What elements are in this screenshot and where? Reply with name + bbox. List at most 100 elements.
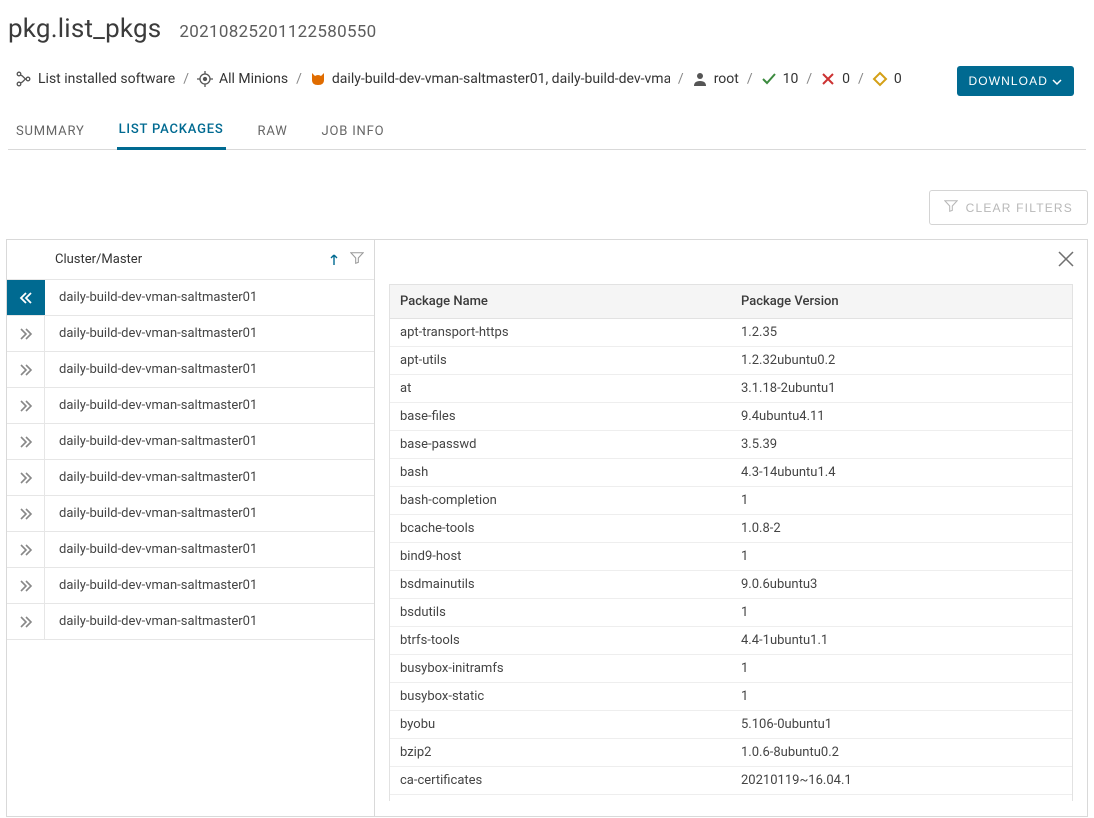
cell-package-name: bind9-host [390,543,731,571]
status-other: 0 [872,71,902,87]
diamond-icon [872,71,888,87]
cluster-row[interactable]: daily-build-dev-vman-saltmaster01 [7,604,374,640]
chevron-down-icon [1052,76,1062,86]
table-row[interactable]: ca-certificates20210119~16.04.1 [390,767,1072,795]
cell-package-name: bash-completion [390,487,731,515]
cell-package-name: at [390,375,731,403]
cluster-label: daily-build-dev-vman-saltmaster01 [45,568,374,603]
cluster-label: daily-build-dev-vman-saltmaster01 [45,316,374,351]
cell-package-name: ca-certificates [390,767,731,795]
cell-package-version: 1 [731,487,1072,515]
breadcrumb-separator: / [678,71,684,87]
tab-raw[interactable]: RAW [256,116,290,149]
clear-filters-button[interactable]: CLEAR FILTERS [929,190,1088,225]
filter-icon[interactable] [350,250,364,269]
close-icon[interactable] [1055,255,1077,274]
breadcrumb-separator: / [858,71,864,87]
cell-package-version: 20210119~16.04.1 [731,767,1072,795]
expand-icon[interactable] [7,532,45,567]
expand-icon[interactable] [7,496,45,531]
expand-icon[interactable] [7,388,45,423]
cluster-row[interactable]: daily-build-dev-vman-saltmaster01 [7,568,374,604]
cell-package-version: 3.5.39 [731,431,1072,459]
table-row[interactable]: apt-utils1.2.32ubuntu0.2 [390,347,1072,375]
col-package-name[interactable]: Package Name [390,285,731,319]
tab-summary[interactable]: SUMMARY [14,116,87,149]
table-row[interactable]: byobu5.106-0ubuntu1 [390,711,1072,739]
cluster-panel: Cluster/Master daily-build-dev-vman-salt… [7,240,375,816]
expand-icon[interactable] [7,460,45,495]
table-row[interactable]: bash-completion1 [390,487,1072,515]
breadcrumb-item[interactable]: daily-build-dev-vman-saltmaster01, daily… [310,71,670,87]
cell-package-name: bsdutils [390,599,731,627]
breadcrumb-item[interactable]: List installed software [16,71,175,87]
cell-package-name: busybox-static [390,683,731,711]
cluster-row[interactable]: daily-build-dev-vman-saltmaster01 [7,280,374,316]
table-row[interactable]: bind9-host1 [390,543,1072,571]
cell-package-version: 3.1.18-2ubuntu1 [731,375,1072,403]
table-row[interactable]: base-passwd3.5.39 [390,431,1072,459]
clear-filters-label: CLEAR FILTERS [966,201,1073,215]
target-icon [197,71,213,87]
table-row[interactable]: bash4.3-14ubuntu1.4 [390,459,1072,487]
cluster-panel-header: Cluster/Master [55,252,142,267]
cluster-label: daily-build-dev-vman-saltmaster01 [45,388,374,423]
table-row[interactable]: at3.1.18-2ubuntu1 [390,375,1072,403]
cell-package-name: bcache-tools [390,515,731,543]
table-row[interactable]: busybox-initramfs1 [390,655,1072,683]
cell-package-version: 9.4ubuntu4.11 [731,403,1072,431]
cluster-row[interactable]: daily-build-dev-vman-saltmaster01 [7,388,374,424]
cluster-row[interactable]: daily-build-dev-vman-saltmaster01 [7,424,374,460]
breadcrumb-label: List installed software [38,71,175,87]
cluster-label: daily-build-dev-vman-saltmaster01 [45,532,374,567]
check-icon [761,71,777,87]
branch-icon [16,71,32,87]
table-row[interactable]: bcache-tools1.0.8-2 [390,515,1072,543]
cell-package-version: 1 [731,543,1072,571]
table-row[interactable]: bzip21.0.6-8ubuntu0.2 [390,739,1072,767]
cell-package-version: 1.2.35 [731,319,1072,347]
cell-package-name: btrfs-tools [390,627,731,655]
table-row[interactable]: bsdmainutils9.0.6ubuntu3 [390,571,1072,599]
status-fail-count: 0 [842,71,850,87]
cluster-row[interactable]: daily-build-dev-vman-saltmaster01 [7,496,374,532]
table-row[interactable]: cloud-guest-utils0.27-0ubuntu25.1 [390,795,1072,802]
table-row[interactable]: busybox-static1 [390,683,1072,711]
cell-package-version: 1 [731,655,1072,683]
table-row[interactable]: apt-transport-https1.2.35 [390,319,1072,347]
table-row[interactable]: btrfs-tools4.4-1ubuntu1.1 [390,627,1072,655]
status-other-count: 0 [894,71,902,87]
sort-ascending-icon[interactable] [328,254,340,266]
cluster-row[interactable]: daily-build-dev-vman-saltmaster01 [7,532,374,568]
cell-package-name: base-files [390,403,731,431]
cell-package-version: 0.27-0ubuntu25.1 [731,795,1072,802]
tab-job-info[interactable]: JOB INFO [320,116,387,149]
status-success-count: 10 [783,71,799,87]
cluster-row[interactable]: daily-build-dev-vman-saltmaster01 [7,352,374,388]
expand-icon[interactable] [7,352,45,387]
table-row[interactable]: bsdutils1 [390,599,1072,627]
cell-package-version: 9.0.6ubuntu3 [731,571,1072,599]
cluster-row[interactable]: daily-build-dev-vman-saltmaster01 [7,460,374,496]
cell-package-name: busybox-initramfs [390,655,731,683]
expand-icon[interactable] [7,568,45,603]
expand-icon[interactable] [7,316,45,351]
breadcrumb-item[interactable]: All Minions [197,71,288,87]
expand-icon[interactable] [7,424,45,459]
filter-icon [944,199,958,216]
cell-package-version: 4.4-1ubuntu1.1 [731,627,1072,655]
download-button[interactable]: DOWNLOAD [957,66,1074,96]
col-package-version[interactable]: Package Version [731,285,1072,319]
cell-package-version: 1.0.6-8ubuntu0.2 [731,739,1072,767]
download-button-label: DOWNLOAD [969,74,1048,88]
package-panel: Package Name Package Version apt-transpo… [375,240,1087,816]
table-row[interactable]: base-files9.4ubuntu4.11 [390,403,1072,431]
collapse-icon[interactable] [7,280,45,315]
cluster-row[interactable]: daily-build-dev-vman-saltmaster01 [7,316,374,352]
cluster-label: daily-build-dev-vman-saltmaster01 [45,424,374,459]
breadcrumb-item[interactable]: root [692,71,739,87]
tab-list-packages[interactable]: LIST PACKAGES [117,114,226,150]
cat-icon [310,71,326,87]
expand-icon[interactable] [7,604,45,639]
breadcrumb-label: All Minions [219,71,288,87]
